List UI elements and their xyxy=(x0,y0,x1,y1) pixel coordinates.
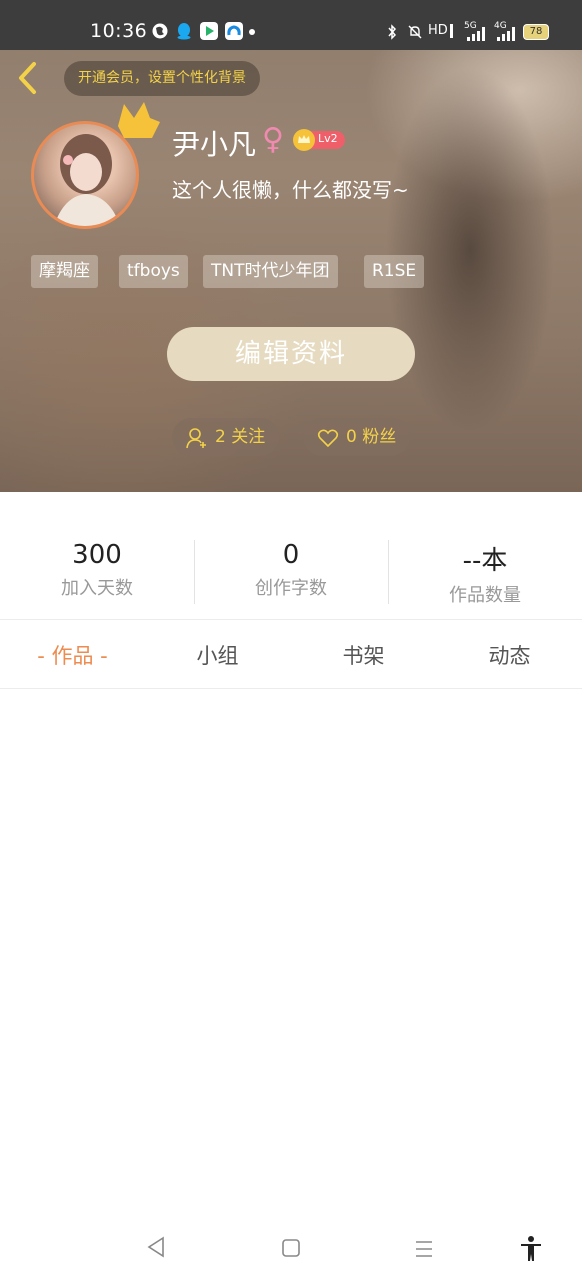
tab-groups[interactable]: 小组 xyxy=(145,640,290,670)
cloud-app-icon xyxy=(225,22,243,40)
tab-works[interactable]: - 作品 - xyxy=(0,640,145,670)
stat-value: 0 xyxy=(282,540,300,570)
crown-icon xyxy=(114,98,162,142)
tag-item[interactable]: TNT时代少年团 xyxy=(203,255,338,288)
accessibility-icon xyxy=(521,1236,541,1261)
following-count: 2 关注 xyxy=(215,427,266,447)
stat-value: 300 xyxy=(72,540,122,570)
username: 尹小凡 xyxy=(172,128,257,161)
female-icon: ♀ xyxy=(262,122,284,157)
mute-bell-icon xyxy=(407,24,423,44)
battery-icon: 78 xyxy=(523,24,549,40)
stat-word-count: 0 创作字数 xyxy=(194,540,388,600)
stat-label: 加入天数 xyxy=(61,578,133,599)
browser-icon xyxy=(151,22,169,40)
level-label: Lv2 xyxy=(318,132,338,145)
video-app-icon xyxy=(200,22,218,40)
tag-item[interactable]: 摩羯座 xyxy=(31,255,98,288)
tab-activity[interactable]: 动态 xyxy=(437,640,582,670)
heart-icon xyxy=(317,429,339,448)
signal-bars-2-icon xyxy=(497,26,517,45)
vip-banner-button[interactable]: 开通会员，设置个性化背景 xyxy=(64,61,260,96)
qq-icon xyxy=(176,22,194,40)
edit-profile-button[interactable]: 编辑资料 xyxy=(167,327,415,381)
status-bar: 10:36 HD 5G 4G 78 xyxy=(0,0,582,50)
nav-menu-button[interactable] xyxy=(414,1240,434,1262)
stat-label: 创作字数 xyxy=(255,578,327,599)
divider xyxy=(0,688,582,689)
stat-works-count: --本 作品数量 xyxy=(388,540,582,607)
notification-dot-icon xyxy=(249,29,255,35)
tab-bookshelf[interactable]: 书架 xyxy=(291,640,436,670)
chevron-left-icon xyxy=(19,62,36,94)
followers-count: 0 粉丝 xyxy=(346,427,397,447)
following-button[interactable]: 2 关注 xyxy=(172,418,279,456)
back-button[interactable] xyxy=(14,60,44,96)
stat-label: 作品数量 xyxy=(449,585,521,606)
status-time: 10:36 xyxy=(90,20,148,42)
tag-item[interactable]: tfboys xyxy=(119,255,188,288)
stat-join-days: 300 加入天数 xyxy=(0,540,194,600)
signal-bars-icon xyxy=(467,26,487,45)
hd-indicator: HD xyxy=(428,23,448,38)
square-home-icon xyxy=(282,1239,300,1257)
user-bio: 这个人很懒，什么都没写~ xyxy=(172,178,409,202)
divider xyxy=(0,619,582,620)
accessibility-button[interactable] xyxy=(519,1235,543,1267)
tag-item[interactable]: R1SE xyxy=(364,255,425,288)
nav-home-button[interactable] xyxy=(282,1239,300,1261)
sim-indicator-icon xyxy=(450,24,453,38)
followers-button[interactable]: 0 粉丝 xyxy=(303,418,410,456)
menu-icon xyxy=(416,1241,432,1257)
bluetooth-icon xyxy=(384,24,400,44)
level-badge: Lv2 xyxy=(292,128,346,152)
stat-value: --本 xyxy=(462,546,508,576)
nav-back-button[interactable] xyxy=(146,1235,166,1263)
triangle-back-icon xyxy=(147,1236,164,1258)
user-add-icon xyxy=(186,428,206,449)
